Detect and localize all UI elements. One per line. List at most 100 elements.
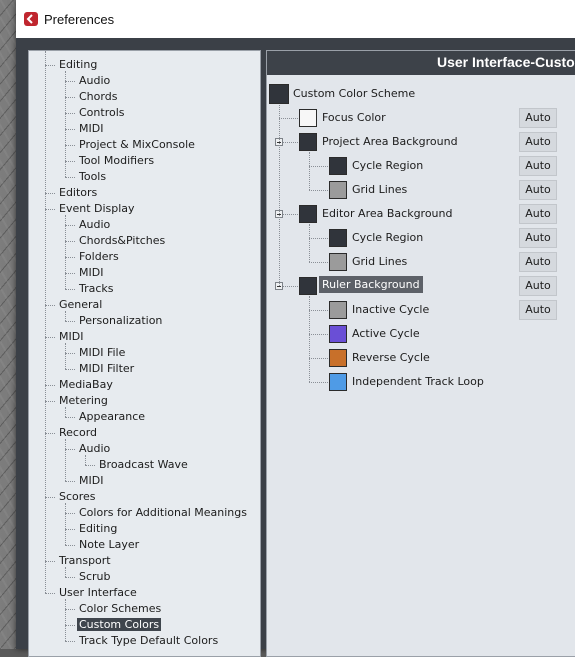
- color-swatch[interactable]: [329, 157, 347, 175]
- color-swatch[interactable]: [329, 181, 347, 199]
- auto-button[interactable]: Auto: [519, 228, 557, 248]
- tree-item-note-layer[interactable]: Note Layer: [77, 537, 141, 553]
- tree-item-tool-modifiers[interactable]: Tool Modifiers: [77, 153, 156, 169]
- tree-item-mediabay[interactable]: MediaBay: [57, 377, 115, 393]
- tree-item-label: Tool Modifiers: [79, 154, 155, 167]
- auto-button[interactable]: Auto: [519, 156, 557, 176]
- color-row-custom-color-scheme: Custom Color Scheme: [267, 83, 575, 105]
- tree-item-scrub[interactable]: Scrub: [77, 569, 113, 585]
- color-swatch[interactable]: [329, 373, 347, 391]
- tree-connector: [65, 417, 75, 418]
- color-swatch[interactable]: [299, 109, 317, 127]
- title-bar: Preferences: [16, 0, 575, 38]
- tree-item-tracks[interactable]: Tracks: [77, 281, 116, 297]
- color-row-grid-lines: Grid Lines Auto: [267, 179, 575, 201]
- color-row-focus-color: Focus Color Auto: [267, 107, 575, 129]
- tree-item-label: MediaBay: [59, 378, 113, 391]
- auto-button[interactable]: Auto: [519, 132, 557, 152]
- color-swatch[interactable]: [299, 205, 317, 223]
- tree-item-midi-file[interactable]: MIDI File: [77, 345, 127, 361]
- color-label: Independent Track Loop: [352, 375, 484, 388]
- tree-item-broadcast-wave[interactable]: Broadcast Wave: [97, 457, 190, 473]
- preferences-window: Preferences Editing Audio Chords Controls MI…: [16, 0, 575, 657]
- tree-item-event-display[interactable]: Event Display: [57, 201, 137, 217]
- tree-item-audio[interactable]: Audio: [77, 73, 112, 89]
- tree-item-label: Appearance: [79, 410, 146, 423]
- tree-connector: [65, 129, 75, 130]
- tree-item-custom-colors[interactable]: Custom Colors: [77, 617, 162, 633]
- tree-item-controls[interactable]: Controls: [77, 105, 127, 121]
- tree-item-editors[interactable]: Editors: [57, 185, 99, 201]
- tree-item-label: Audio: [79, 74, 111, 87]
- tree-item-label: Tools: [79, 170, 107, 183]
- tree-item-editing[interactable]: Editing: [77, 521, 119, 537]
- color-label: Ruler Background: [319, 276, 423, 293]
- color-swatch[interactable]: [329, 325, 347, 343]
- tree-connector: [65, 369, 75, 370]
- tree-item-midi-filter[interactable]: MIDI Filter: [77, 361, 136, 377]
- color-swatch[interactable]: [329, 349, 347, 367]
- color-swatch[interactable]: [329, 253, 347, 271]
- color-swatch[interactable]: [269, 84, 289, 104]
- tree-item-label: Custom Colors: [77, 618, 162, 631]
- tree-item-appearance[interactable]: Appearance: [77, 409, 147, 425]
- tree-item-scores[interactable]: Scores: [57, 489, 98, 505]
- color-row-ruler-background: Ruler Background Auto: [267, 275, 575, 297]
- tree-connector: [65, 641, 75, 642]
- tree-item-record[interactable]: Record: [57, 425, 99, 441]
- tree-connector: [309, 152, 310, 190]
- color-swatch[interactable]: [299, 277, 317, 295]
- auto-button[interactable]: Auto: [519, 204, 557, 224]
- color-swatch[interactable]: [329, 229, 347, 247]
- tree-item-label: Controls: [79, 106, 125, 119]
- auto-button[interactable]: Auto: [519, 276, 557, 296]
- tree-item-label: Personalization: [79, 314, 163, 327]
- window-title: Preferences: [44, 12, 115, 27]
- tree-connector: [65, 513, 75, 514]
- tree-item-audio[interactable]: Audio: [77, 441, 112, 457]
- auto-button[interactable]: Auto: [519, 300, 557, 320]
- tree-item-audio[interactable]: Audio: [77, 217, 112, 233]
- tree-item-chords[interactable]: Chords: [77, 89, 119, 105]
- tree-connector: [309, 238, 328, 239]
- tree-connector: [309, 224, 310, 262]
- tree-item-tools[interactable]: Tools: [77, 169, 108, 185]
- tree-item-chords-pitches[interactable]: Chords&Pitches: [77, 233, 167, 249]
- tree-item-midi[interactable]: MIDI: [57, 329, 85, 345]
- tree-connector: [65, 145, 75, 146]
- tree-item-track-type-default-colors[interactable]: Track Type Default Colors: [77, 633, 220, 649]
- color-row-reverse-cycle: Reverse Cycle: [267, 347, 575, 369]
- color-label: Grid Lines: [352, 183, 408, 196]
- color-swatch[interactable]: [329, 301, 347, 319]
- tree-connector: [309, 166, 328, 167]
- tree-connector: [65, 215, 66, 289]
- auto-button[interactable]: Auto: [519, 108, 557, 128]
- tree-item-personalization[interactable]: Personalization: [77, 313, 164, 329]
- tree-item-project-mixconsole[interactable]: Project & MixConsole: [77, 137, 197, 153]
- tree-item-colors-for-additional-meanings[interactable]: Colors for Additional Meanings: [77, 505, 249, 521]
- auto-button[interactable]: Auto: [519, 252, 557, 272]
- tree-item-midi[interactable]: MIDI: [77, 473, 105, 489]
- color-row-editor-area-background: Editor Area Background Auto: [267, 203, 575, 225]
- tree-connector: [279, 118, 298, 119]
- color-swatch[interactable]: [299, 133, 317, 151]
- tree-item-label: Scrub: [79, 570, 111, 583]
- tree-connector: [45, 401, 55, 402]
- tree-item-editing[interactable]: Editing: [57, 57, 99, 73]
- tree-connector: [45, 209, 55, 210]
- tree-item-label: Audio: [79, 442, 111, 455]
- color-label: Editor Area Background: [322, 207, 453, 220]
- preferences-tree[interactable]: Editing Audio Chords Controls MIDI Project & …: [28, 50, 261, 657]
- tree-connector: [65, 241, 75, 242]
- color-row-cycle-region: Cycle Region Auto: [267, 227, 575, 249]
- tree-item-label: Color Schemes: [79, 602, 162, 615]
- tree-item-color-schemes[interactable]: Color Schemes: [77, 601, 163, 617]
- tree-item-folders[interactable]: Folders: [77, 249, 121, 265]
- tree-item-label: Project & MixConsole: [79, 138, 195, 151]
- tree-item-midi[interactable]: MIDI: [77, 265, 105, 281]
- tree-connector: [309, 190, 328, 191]
- tree-item-user-interface[interactable]: User Interface: [57, 585, 139, 601]
- auto-button[interactable]: Auto: [519, 180, 557, 200]
- tree-item-midi[interactable]: MIDI: [77, 121, 105, 137]
- tree-item-label: Audio: [79, 218, 111, 231]
